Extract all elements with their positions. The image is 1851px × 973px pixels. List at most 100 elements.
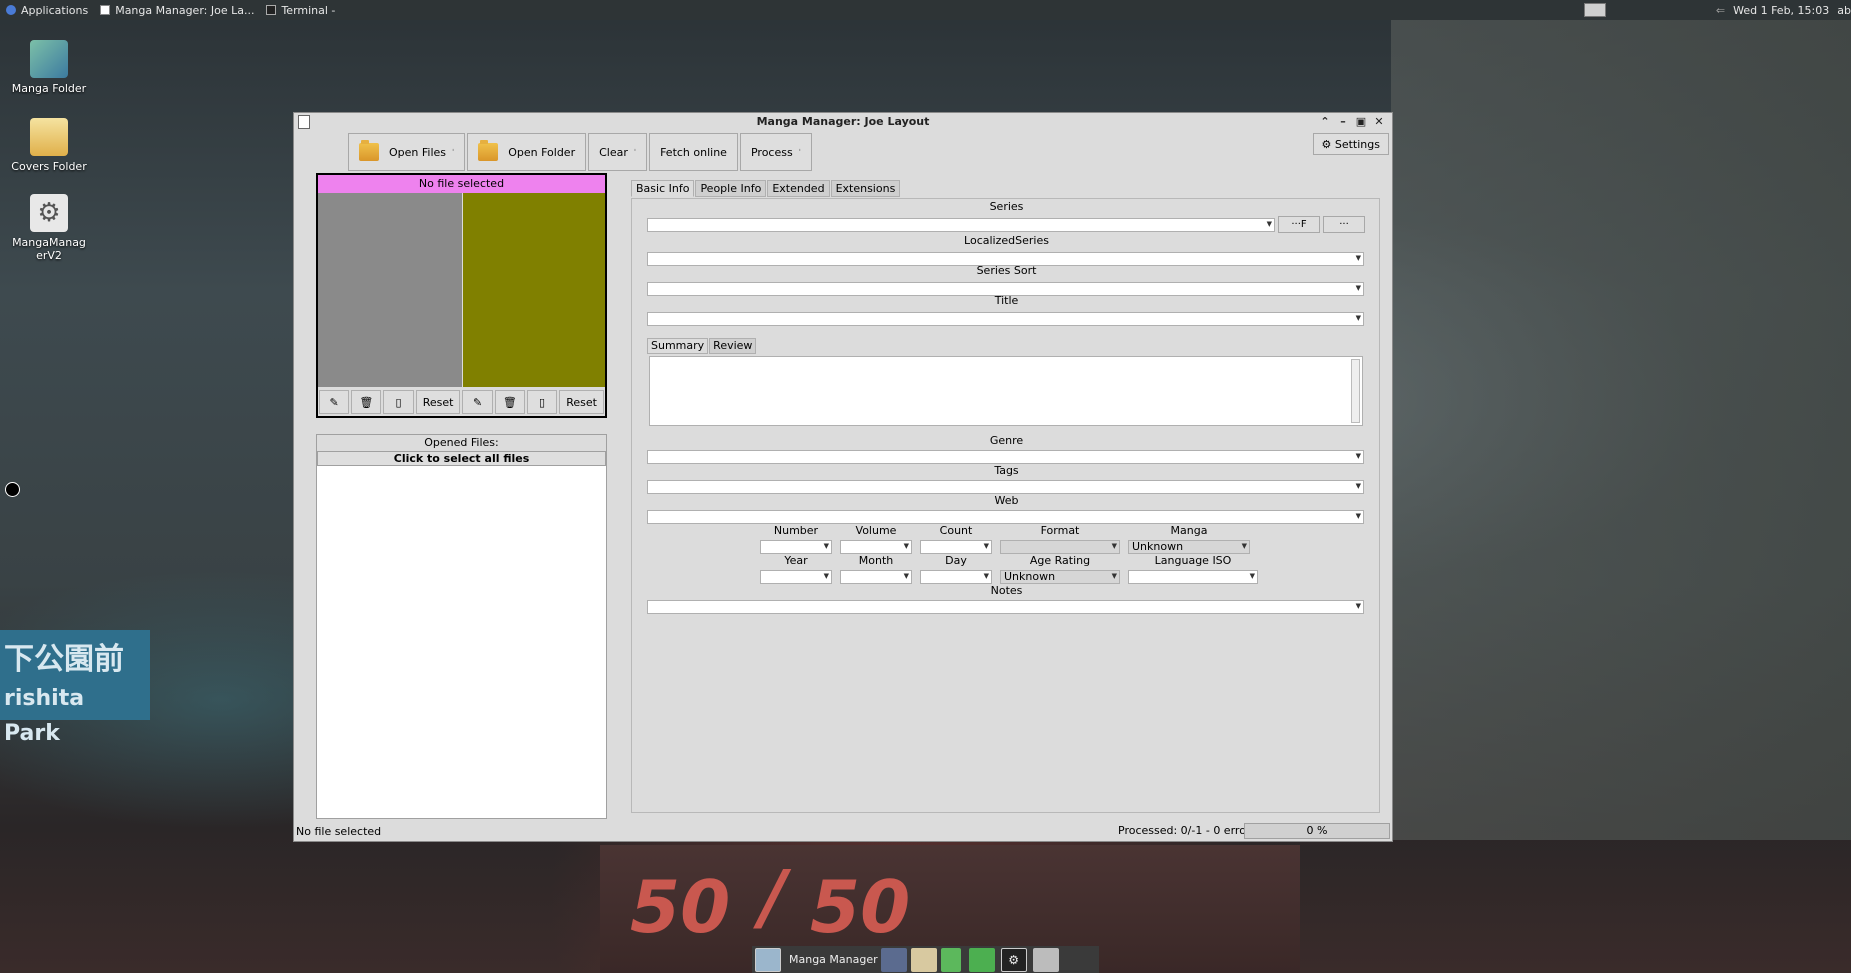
series-fetch-button[interactable]: ···F (1278, 216, 1320, 233)
status-text: No file selected (296, 825, 382, 838)
delete-backcover-button[interactable]: 🗑 (494, 390, 525, 414)
delete-cover-button[interactable]: 🗑 (351, 390, 382, 414)
toolbar: Open Files ˈ Open Folder Clear ˈ Fetch onl… (348, 133, 814, 171)
cover-image-front[interactable] (318, 193, 462, 387)
taskbar-manga-manager[interactable]: Manga Manager (755, 947, 878, 972)
pipette-icon[interactable] (880, 947, 907, 972)
settings-button[interactable]: ⚙ Settings (1312, 133, 1389, 155)
series-input[interactable]: ▼ (647, 218, 1275, 232)
summary-textarea[interactable] (649, 356, 1363, 426)
tab-summary[interactable]: Summary (647, 338, 709, 354)
day-input[interactable]: ▼ (920, 570, 992, 584)
summary-tabs: Summary Review (647, 338, 757, 354)
desktop-circle (5, 482, 20, 497)
progress-bar: 0 % (1244, 823, 1390, 839)
blank-cover-button[interactable]: ▯ (383, 390, 414, 414)
edit-app-icon[interactable] (968, 947, 995, 972)
web-input[interactable]: ▼ (647, 510, 1364, 524)
title-input[interactable]: ▼ (647, 312, 1364, 326)
count-input[interactable]: ▼ (920, 540, 992, 554)
settings-app-icon[interactable]: ⚙ (1000, 947, 1027, 972)
tab-extensions[interactable]: Extensions (830, 180, 901, 197)
opened-files-list[interactable]: Opened Files: Click to select all files (316, 434, 607, 819)
task-manga-manager[interactable]: Manga Manager: Joe La... (94, 0, 260, 20)
desktop-icon-mangamanager[interactable]: ⚙ MangaManag erV2 (7, 194, 91, 262)
tab-extended[interactable]: Extended (767, 180, 830, 197)
series-more-button[interactable]: ··· (1323, 216, 1365, 233)
volume-input[interactable]: ▼ (840, 540, 912, 554)
notes-label: Notes (990, 584, 1023, 597)
process-button[interactable]: Process ˈ (739, 133, 812, 171)
blank-backcover-button[interactable]: ▯ (526, 390, 558, 414)
basic-info-pane: Series ▼ ···F ··· LocalizedSeries ▼ Seri… (631, 198, 1380, 813)
cover-header: No file selected (318, 175, 605, 193)
taskbar: Manga Manager ⚙ (752, 946, 1099, 973)
edit-backcover-button[interactable]: ✎ (462, 390, 493, 414)
edit-cover-button[interactable]: ✎ (319, 390, 350, 414)
background-building (1391, 20, 1851, 840)
notes-input[interactable]: ▼ (647, 600, 1364, 614)
window-titlebar[interactable]: Manga Manager: Joe Layout ⌃ – ▣ ✕ (294, 113, 1392, 131)
close-icon[interactable]: ✕ (1372, 113, 1386, 131)
maximize-icon[interactable]: ▣ (1354, 113, 1368, 131)
month-input[interactable]: ▼ (840, 570, 912, 584)
manga-label: Manga (1170, 524, 1208, 537)
user-label[interactable]: ab (1837, 4, 1851, 17)
folder-icon (30, 40, 68, 78)
top-panel: Applications Manga Manager: Joe La... Te… (0, 0, 1851, 20)
desktop-icon-manga-folder[interactable]: Manga Folder (7, 40, 91, 95)
day-label: Day (945, 554, 967, 567)
cover-image-back[interactable] (463, 193, 605, 387)
folder-icon (359, 140, 379, 161)
summary-scrollbar[interactable] (1351, 359, 1360, 423)
volume-label: Volume (855, 524, 897, 537)
select-all-files-button[interactable]: Click to select all files (317, 451, 606, 466)
language-iso-input[interactable]: ▼ (1128, 570, 1258, 584)
month-label: Month (858, 554, 894, 567)
year-input[interactable]: ▼ (760, 570, 832, 584)
background-street-sign: 下公園前 rishita Park (0, 630, 150, 746)
shade-icon[interactable]: ⌃ (1318, 113, 1332, 131)
desktop-icon-covers-folder[interactable]: Covers Folder (7, 118, 91, 173)
number-label: Number (773, 524, 819, 537)
minimize-icon[interactable]: – (1336, 113, 1350, 131)
tab-basic-info[interactable]: Basic Info (631, 180, 695, 197)
opened-files-label: Opened Files: (317, 435, 606, 451)
home-folder-icon[interactable] (1032, 947, 1059, 972)
tab-people-info[interactable]: People Info (695, 180, 767, 197)
applications-menu[interactable]: Applications (0, 0, 94, 20)
reset-backcover-button[interactable]: Reset (559, 390, 604, 414)
number-input[interactable]: ▼ (760, 540, 832, 554)
arrow-icon: ⇐ (1715, 3, 1726, 17)
manga-select[interactable]: Unknown ▼ (1128, 540, 1250, 554)
open-folder-button[interactable]: Open Folder (467, 133, 587, 171)
clock[interactable]: Wed 1 Feb, 15:03 (1733, 4, 1829, 17)
tab-bar: Basic Info People Info Extended Extensio… (631, 180, 901, 197)
age-rating-label: Age Rating (1029, 554, 1091, 567)
cover-buttons: ✎ 🗑 ▯ Reset ✎ 🗑 ▯ Reset (318, 389, 605, 415)
format-label: Format (1040, 524, 1080, 537)
tags-label: Tags (994, 464, 1019, 477)
window-icon (298, 115, 310, 129)
clear-button[interactable]: Clear ˈ (588, 133, 648, 171)
tab-review[interactable]: Review (709, 338, 757, 354)
reset-cover-button[interactable]: Reset (415, 390, 461, 414)
format-select[interactable]: ▼ (1000, 540, 1120, 554)
green-app-icon[interactable] (940, 947, 961, 972)
window-icon (100, 5, 111, 15)
window-icon (755, 947, 781, 972)
task-terminal[interactable]: Terminal - (260, 0, 341, 20)
fetch-online-button[interactable]: Fetch online (649, 133, 738, 171)
status-bar: No file selected Processed: 0/-1 - 0 err… (294, 822, 1392, 841)
age-rating-select[interactable]: Unknown ▼ (1000, 570, 1120, 584)
tags-input[interactable]: ▼ (647, 480, 1364, 494)
apps-icon (6, 5, 16, 15)
language-iso-label: Language ISO (1154, 554, 1232, 567)
genre-input[interactable]: ▼ (647, 450, 1364, 464)
workspace-indicator[interactable] (1583, 3, 1606, 17)
folder-icon (478, 140, 499, 161)
count-label: Count (939, 524, 973, 537)
open-files-button[interactable]: Open Files ˈ (348, 133, 466, 171)
window-title: Manga Manager: Joe Layout (756, 115, 930, 128)
tag-icon[interactable] (910, 947, 937, 972)
